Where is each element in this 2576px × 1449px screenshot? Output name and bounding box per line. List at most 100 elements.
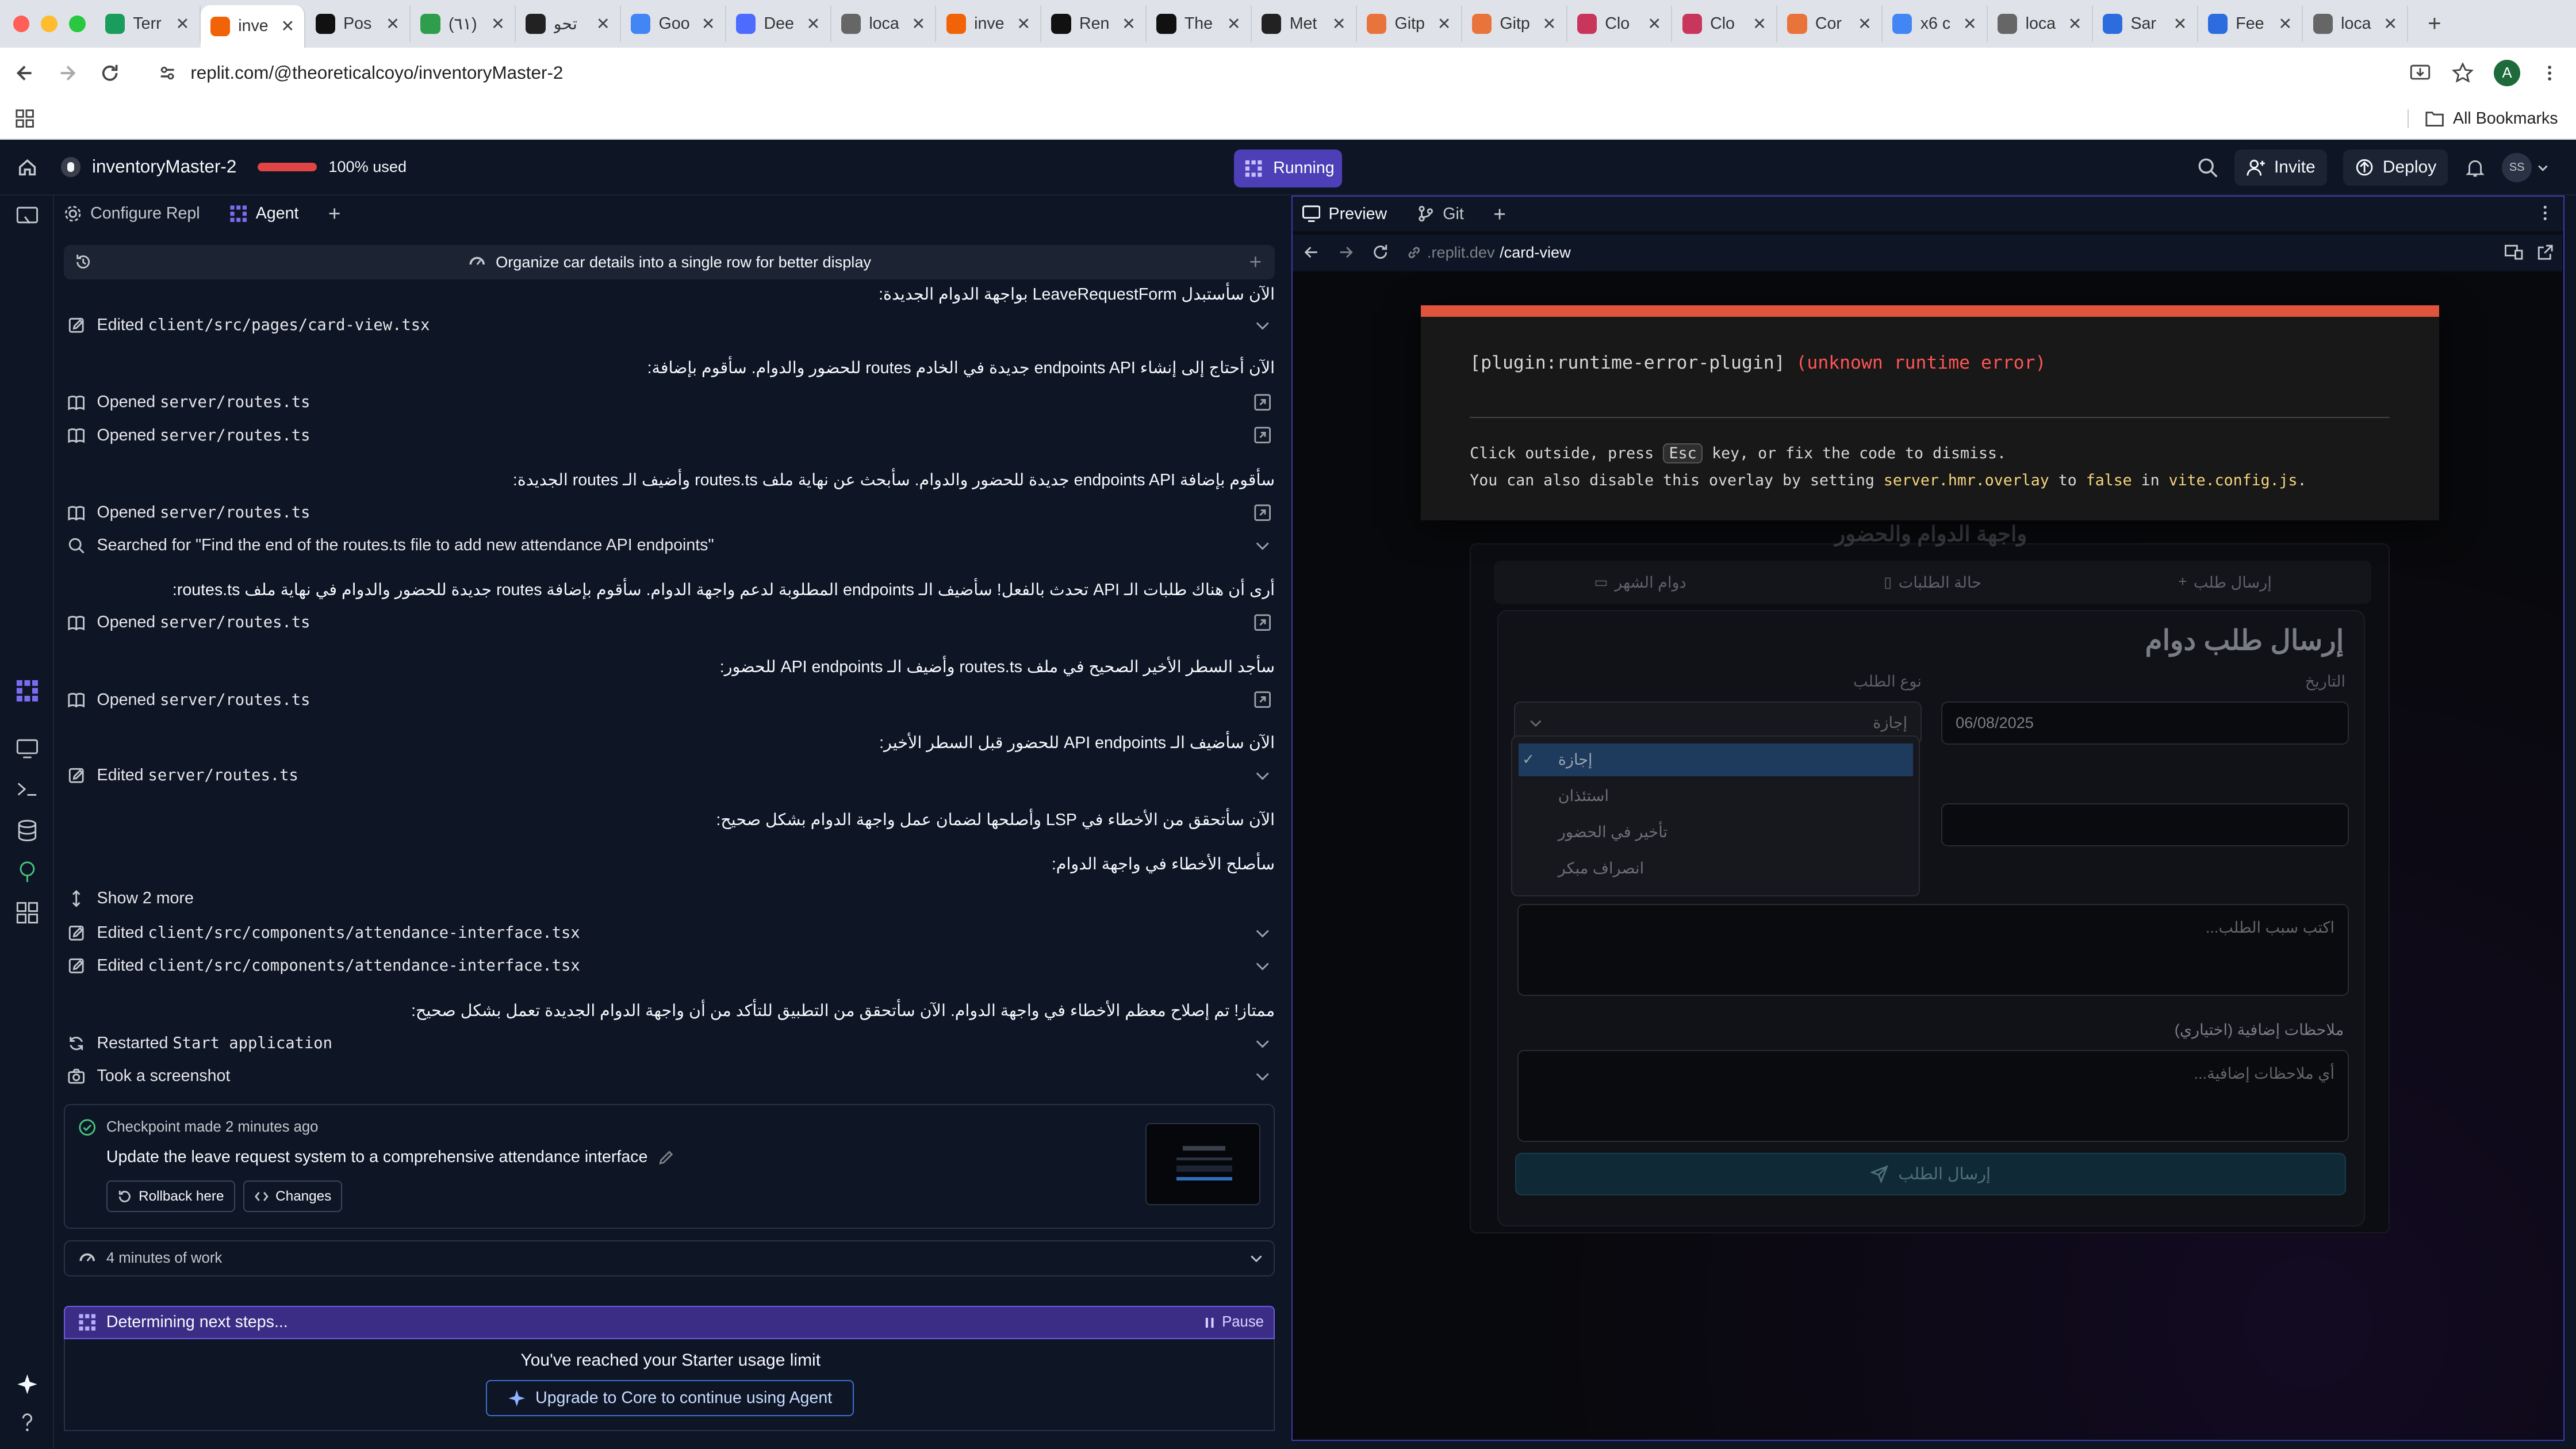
close-tab-icon[interactable]: ✕ [2278, 14, 2292, 34]
chevron-down-icon[interactable] [1254, 316, 1271, 334]
close-tab-icon[interactable]: ✕ [1647, 14, 1661, 34]
open-file-icon[interactable] [1254, 614, 1271, 631]
devices-icon[interactable] [2505, 243, 2523, 261]
work-duration-row[interactable]: 4 minutes of work [64, 1240, 1275, 1276]
browser-tab[interactable]: Cor ✕ [1777, 6, 1883, 42]
submit-request-button[interactable]: إرسال الطلب [1515, 1152, 2347, 1196]
add-tab-button[interactable]: + [1493, 202, 1506, 227]
chevron-down-icon[interactable] [1254, 536, 1271, 554]
app-tab[interactable]: + إرسال طلب [2079, 561, 2371, 603]
changes-button[interactable]: Changes [243, 1180, 343, 1212]
agent-action-row[interactable]: Opened server/routes.ts [67, 610, 1275, 636]
browser-tab[interactable]: Pos ✕ [305, 6, 411, 42]
bookmark-star-icon[interactable] [2451, 62, 2474, 85]
chevron-down-icon[interactable] [1254, 766, 1271, 784]
agent-action-row[interactable]: Edited client/src/pages/card-view.tsx [67, 312, 1275, 339]
open-file-icon[interactable] [1254, 426, 1271, 444]
search-icon[interactable] [2197, 157, 2218, 178]
browser-tab[interactable]: Clo ✕ [1567, 6, 1673, 42]
agent-action-row[interactable]: Opened server/routes.ts [67, 687, 1275, 713]
close-tab-icon[interactable]: ✕ [1017, 14, 1030, 34]
install-app-icon[interactable] [2409, 62, 2432, 85]
chevron-down-icon[interactable] [1254, 1034, 1271, 1052]
browser-tab[interactable]: Gitp ✕ [1357, 6, 1462, 42]
browser-tab[interactable]: The ✕ [1147, 6, 1252, 42]
preview-url-field[interactable]: .replit.dev/card-view [1406, 243, 2497, 262]
agent-action-row[interactable]: Opened server/routes.ts [67, 500, 1275, 526]
history-icon[interactable] [74, 253, 92, 271]
files-icon[interactable] [15, 204, 40, 228]
app-tab[interactable]: ▯ حالة الطلبات [1787, 561, 2079, 603]
close-tab-icon[interactable]: ✕ [911, 14, 925, 34]
tab-agent[interactable]: Agent [229, 204, 298, 223]
maximize-window-button[interactable] [68, 16, 86, 32]
browser-tab[interactable]: loca ✕ [1988, 6, 2093, 42]
upgrade-button[interactable]: Upgrade to Core to continue using Agent [485, 1379, 854, 1416]
browser-tab[interactable]: Goo ✕ [621, 6, 726, 42]
close-tab-icon[interactable]: ✕ [2383, 14, 2397, 34]
all-bookmarks-button[interactable]: All Bookmarks [2407, 109, 2558, 128]
tab-git[interactable]: Git [1417, 205, 1464, 224]
date-input[interactable]: 06/08/2025 [1941, 702, 2349, 745]
browser-tab[interactable]: x6 c ✕ [1883, 6, 1988, 42]
new-tab-button[interactable]: + [2418, 11, 2451, 37]
project-info[interactable]: inventoryMaster-2 100% used [60, 156, 407, 177]
browser-tab[interactable]: inve ✕ [936, 6, 1042, 42]
open-file-icon[interactable] [1254, 504, 1271, 522]
profile-avatar[interactable]: A [2494, 60, 2520, 86]
user-menu[interactable]: SS [2502, 152, 2550, 183]
agent-action-row[interactable]: Edited server/routes.ts [67, 762, 1275, 789]
browser-tab[interactable]: Met ✕ [1252, 6, 1357, 42]
more-vertical-icon[interactable] [2537, 205, 2554, 221]
invite-button[interactable]: Invite [2234, 149, 2327, 186]
browser-tab[interactable]: Clo ✕ [1672, 6, 1778, 42]
notes-textarea[interactable]: أي ملاحظات إضافية... [1517, 1049, 2349, 1142]
minimize-window-button[interactable] [41, 16, 57, 32]
home-icon[interactable] [17, 156, 38, 178]
app-tab[interactable]: ▭ دوام الشهر [1494, 561, 1787, 603]
back-button[interactable] [6, 55, 43, 91]
close-tab-icon[interactable]: ✕ [1542, 14, 1556, 34]
close-tab-icon[interactable]: ✕ [1438, 14, 1451, 34]
open-file-icon[interactable] [1254, 393, 1271, 411]
browser-tab[interactable]: Dee ✕ [726, 6, 831, 42]
close-tab-icon[interactable]: ✕ [807, 14, 821, 34]
chevron-down-icon[interactable] [1254, 957, 1271, 975]
chevron-down-icon[interactable] [1254, 1067, 1271, 1085]
dropdown-option[interactable]: انصراف مبكر [1519, 852, 1913, 884]
reload-button[interactable] [92, 55, 128, 91]
sparkle-icon[interactable] [15, 1372, 40, 1397]
chevron-down-icon[interactable] [1254, 924, 1271, 942]
tab-preview[interactable]: Preview [1302, 205, 1387, 224]
close-tab-icon[interactable]: ✕ [386, 14, 400, 34]
pencil-icon[interactable] [658, 1149, 674, 1166]
hidden-field[interactable] [1941, 803, 2349, 846]
preview-rail-icon[interactable] [15, 736, 40, 761]
agent-action-row[interactable]: Opened server/routes.ts [67, 389, 1275, 416]
browser-tab[interactable]: loca ✕ [2303, 6, 2409, 42]
browser-tab[interactable]: Terr ✕ [95, 6, 201, 42]
rollback-button[interactable]: Rollback here [106, 1180, 235, 1212]
close-tab-icon[interactable]: ✕ [2174, 14, 2187, 34]
open-external-icon[interactable] [2536, 243, 2554, 261]
browser-tab[interactable]: تحو ✕ [516, 6, 621, 42]
browser-tab[interactable]: Sar ✕ [2093, 6, 2198, 42]
open-file-icon[interactable] [1254, 691, 1271, 708]
database-icon[interactable] [15, 818, 40, 843]
agent-action-row[interactable]: Show 2 more [67, 885, 1275, 912]
close-tab-icon[interactable]: ✕ [702, 14, 715, 34]
deployments-icon[interactable] [15, 859, 40, 884]
close-tab-icon[interactable]: ✕ [1332, 14, 1346, 34]
add-pane-tab-button[interactable]: + [328, 201, 341, 226]
dropdown-option[interactable]: استئذان [1519, 779, 1913, 812]
close-tab-icon[interactable]: ✕ [1858, 14, 1872, 34]
agent-action-row[interactable]: Edited client/src/components/attendance-… [67, 920, 1275, 946]
url-bar[interactable]: replit.com/@theoreticalcoyo/inventoryMas… [141, 53, 2409, 93]
tab-configure-repl[interactable]: Configure Repl [64, 204, 200, 223]
running-button[interactable]: Running [1233, 149, 1343, 187]
agent-action-row[interactable]: Searched for "Find the end of the routes… [67, 532, 1275, 559]
tools-grid-icon[interactable] [15, 900, 40, 925]
browser-menu-icon[interactable] [2540, 63, 2559, 83]
browser-tab[interactable]: Fee ✕ [2198, 6, 2303, 42]
apps-grid-icon[interactable] [15, 109, 34, 128]
